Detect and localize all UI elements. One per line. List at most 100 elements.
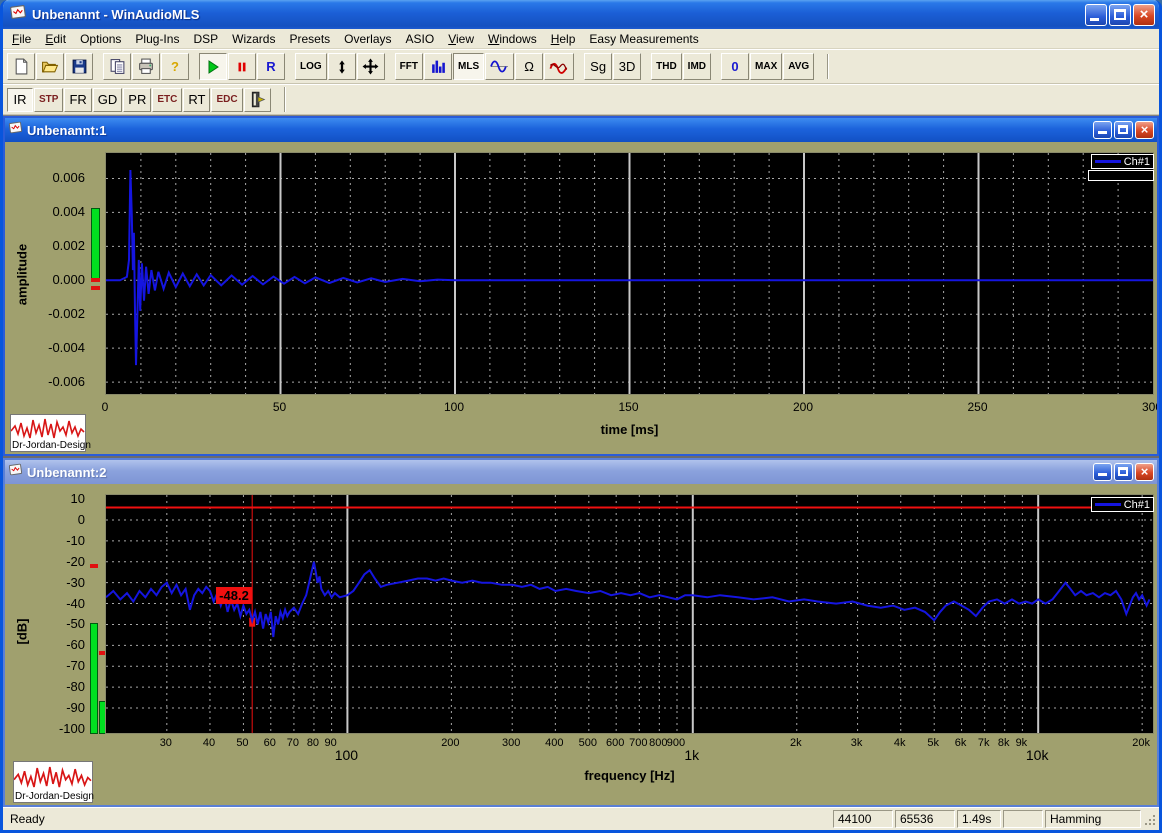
impulse-response-plot[interactable] bbox=[105, 152, 1154, 395]
y-tick-label: -50 bbox=[66, 616, 85, 632]
signal-generator-button[interactable]: Sg bbox=[584, 53, 613, 80]
fft-button[interactable]: FFT bbox=[394, 53, 423, 80]
y-tick-label: 0 bbox=[77, 512, 85, 528]
logo-text: Dr-Jordan-Design bbox=[12, 440, 91, 451]
child2-close-button[interactable]: × bbox=[1135, 463, 1154, 481]
menu-overlays[interactable]: Overlays bbox=[337, 30, 398, 48]
titlebar[interactable]: Unbenannt - WinAudioMLS × bbox=[3, 0, 1159, 29]
pause-button[interactable] bbox=[228, 53, 256, 80]
average-button-label: AVG bbox=[788, 61, 810, 72]
x-axis-ticks: 0 50 100 150 200 250 300 bbox=[102, 400, 1157, 416]
menu-windows[interactable]: Windows bbox=[481, 30, 544, 48]
imd-button-label: IMD bbox=[687, 61, 707, 72]
menu-options[interactable]: Options bbox=[73, 30, 128, 48]
move-arrows-icon bbox=[362, 58, 379, 75]
child-window-frequency: Unbenannt:2 × [dB] 10 0 -10 -20 -30 -40 -50 -60… bbox=[3, 458, 1159, 807]
autoscale-xy-button[interactable] bbox=[356, 53, 385, 80]
reverb-time-button-label: RT bbox=[188, 92, 206, 107]
child2-minimize-button[interactable] bbox=[1093, 463, 1112, 481]
menu-dsp[interactable]: DSP bbox=[186, 30, 225, 48]
y-axis-ticks: 10 0 -10 -20 -30 -40 -50 -60 -70 -80 -90 -100 bbox=[5, 491, 87, 736]
reverb-time-button[interactable]: RT bbox=[183, 87, 211, 112]
imd-button[interactable]: IMD bbox=[682, 53, 712, 80]
child2-maximize-button[interactable] bbox=[1114, 463, 1133, 481]
play-button[interactable] bbox=[199, 53, 227, 80]
child2-title: Unbenannt:2 bbox=[27, 464, 107, 480]
child1-minimize-button[interactable] bbox=[1093, 121, 1112, 139]
average-button[interactable]: AVG bbox=[783, 53, 815, 80]
impedance-button[interactable]: Ω bbox=[515, 53, 544, 80]
statusbar: Ready 44100 65536 1.49s Hamming bbox=[3, 807, 1159, 830]
menu-file[interactable]: File bbox=[5, 30, 38, 48]
edc-button[interactable]: EDC bbox=[211, 87, 243, 112]
exit-door-icon bbox=[249, 91, 266, 108]
x-axis-title: frequency [Hz] bbox=[584, 768, 675, 783]
print-button[interactable] bbox=[132, 53, 160, 80]
mls-button[interactable]: MLS bbox=[453, 53, 485, 80]
menu-wizards[interactable]: Wizards bbox=[225, 30, 282, 48]
etc-button[interactable]: ETC bbox=[152, 87, 183, 112]
meter-peak-mark bbox=[91, 286, 100, 290]
child1-icon bbox=[8, 120, 23, 140]
y-tick-label: 10 bbox=[70, 491, 85, 507]
help-button[interactable]: ? bbox=[161, 53, 189, 80]
menu-asio[interactable]: ASIO bbox=[399, 30, 442, 48]
child1-close-button[interactable]: × bbox=[1135, 121, 1154, 139]
phase-response-button[interactable]: PR bbox=[123, 87, 152, 112]
legend-channel-label: Ch#1 bbox=[1123, 155, 1150, 168]
y-tick-label: -0.004 bbox=[48, 340, 85, 356]
exit-measure-button[interactable] bbox=[243, 87, 271, 112]
group-delay-button-label: GD bbox=[97, 92, 118, 107]
distortion-button[interactable] bbox=[544, 53, 575, 80]
menu-view[interactable]: View bbox=[441, 30, 481, 48]
copy-button[interactable] bbox=[103, 53, 131, 80]
x-tick-label: 10k bbox=[1025, 747, 1049, 763]
record-button[interactable]: R bbox=[257, 53, 285, 80]
group-delay-button[interactable]: GD bbox=[92, 87, 123, 112]
save-floppy-icon bbox=[71, 58, 88, 75]
legend: Ch#1 bbox=[1090, 154, 1154, 169]
step-response-button-label: STP bbox=[39, 94, 59, 105]
reset-button[interactable]: 0 bbox=[721, 53, 750, 80]
minimize-button[interactable] bbox=[1085, 3, 1107, 26]
spectrum-button[interactable] bbox=[424, 53, 452, 80]
menu-help[interactable]: Help bbox=[544, 30, 583, 48]
3d-view-button[interactable]: 3D bbox=[613, 53, 642, 80]
new-button[interactable] bbox=[7, 53, 35, 80]
child2-content: [dB] 10 0 -10 -20 -30 -40 -50 -60 -70 -80 -90 -100 … bbox=[5, 484, 1157, 805]
menu-plug-ins[interactable]: Plug-Ins bbox=[128, 30, 186, 48]
menu-easy-measurements[interactable]: Easy Measurements bbox=[582, 30, 705, 48]
autoscale-y-button[interactable] bbox=[327, 53, 356, 80]
child2-titlebar[interactable]: Unbenannt:2 × bbox=[5, 460, 1157, 484]
resize-grip[interactable] bbox=[1143, 810, 1157, 828]
impulse-response-button[interactable]: IR bbox=[7, 87, 33, 112]
max-hold-button[interactable]: MAX bbox=[750, 53, 783, 80]
record-button-label: R bbox=[266, 59, 276, 74]
y-tick-label: -20 bbox=[66, 553, 85, 569]
child1-titlebar[interactable]: Unbenannt:1 × bbox=[5, 118, 1157, 142]
frequency-response-button[interactable]: FR bbox=[64, 87, 92, 112]
close-button[interactable]: × bbox=[1133, 3, 1155, 26]
sweep-button[interactable] bbox=[485, 53, 515, 80]
print-icon bbox=[137, 58, 155, 75]
menu-presets[interactable]: Presets bbox=[282, 30, 337, 48]
step-response-button[interactable]: STP bbox=[34, 87, 64, 112]
child-window-impulse: Unbenannt:1 × amplitude 0.006 0.004 0.002 0… bbox=[3, 116, 1159, 456]
open-button[interactable] bbox=[36, 53, 64, 80]
legend: Ch#1 bbox=[1090, 497, 1154, 512]
thd-button[interactable]: THD bbox=[651, 53, 682, 80]
log-scale-button[interactable]: LOG bbox=[295, 53, 327, 80]
x-tick-label: 100 bbox=[334, 747, 359, 763]
save-button[interactable] bbox=[65, 53, 93, 80]
maximize-button[interactable] bbox=[1109, 3, 1131, 26]
menu-edit[interactable]: Edit bbox=[38, 30, 73, 48]
help-button-label: ? bbox=[171, 59, 179, 74]
y-tick-label: -80 bbox=[66, 679, 85, 695]
3d-view-button-label: 3D bbox=[618, 59, 636, 74]
x-tick-label: 0 bbox=[101, 400, 109, 414]
etc-button-label: ETC bbox=[157, 94, 178, 105]
logo-waveform bbox=[10, 418, 85, 439]
child1-maximize-button[interactable] bbox=[1114, 121, 1133, 139]
frequency-response-plot[interactable]: -48.2 bbox=[105, 494, 1154, 734]
status-duration: 1.49s bbox=[957, 810, 1001, 828]
